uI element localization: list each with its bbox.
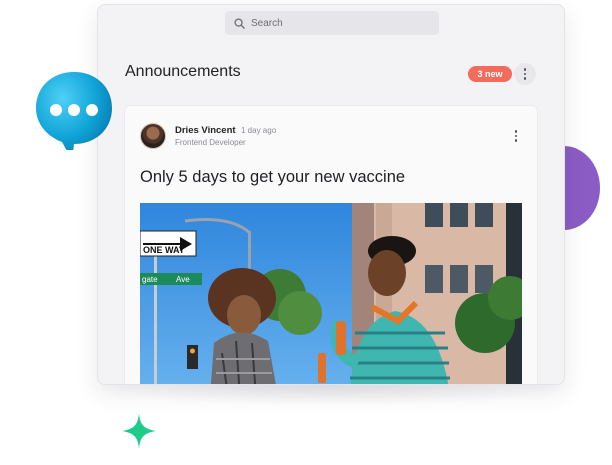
sparkle-icon (122, 413, 156, 449)
header-menu-button[interactable] (514, 63, 536, 85)
post-time: 1 day ago (241, 126, 277, 135)
street-sign-left: gate (142, 275, 158, 284)
street-sign-right: Ave (176, 275, 190, 284)
chat-bubble-icon (36, 72, 112, 150)
search-placeholder: Search (251, 17, 283, 29)
kebab-menu-icon (514, 130, 518, 133)
kebab-dot (514, 139, 518, 142)
post-title: Only 5 days to get your new vaccine (140, 168, 406, 186)
one-way-sign-text: ONE WAY (143, 245, 185, 255)
page-title: Announcements (125, 63, 241, 80)
new-count-badge: 3 new (468, 66, 512, 82)
search-input[interactable]: Search (225, 11, 439, 35)
card-menu-button[interactable] (511, 128, 521, 144)
kebab-dot (523, 72, 527, 76)
avatar[interactable] (140, 123, 166, 149)
kebab-dot (523, 77, 527, 80)
announcements-panel: Search Announcements 3 new Dries Vincent… (97, 4, 565, 385)
kebab-dot (514, 134, 518, 138)
author-name[interactable]: Dries Vincent (175, 125, 236, 136)
post-image: ONE WAY gate Ave (140, 203, 522, 384)
announcement-card: Dries Vincent 1 day ago Frontend Develop… (124, 105, 538, 384)
search-icon (234, 17, 245, 29)
kebab-menu-icon (523, 68, 527, 71)
author-role: Frontend Developer (175, 138, 246, 147)
